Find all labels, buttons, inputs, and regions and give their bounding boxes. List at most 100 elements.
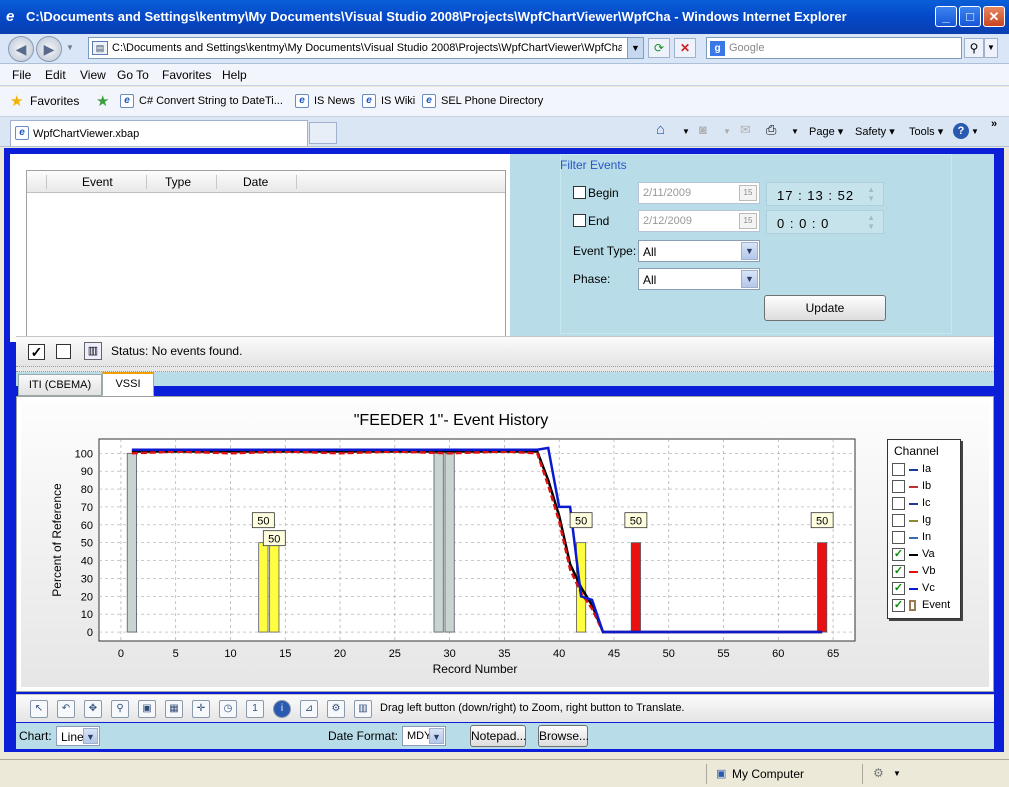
begin-checkbox[interactable] bbox=[573, 186, 586, 199]
favorites-button[interactable]: Favorites bbox=[30, 94, 79, 108]
menu-favorites[interactable]: Favorites bbox=[162, 68, 211, 82]
legend-item-ig[interactable]: Ig bbox=[892, 514, 960, 529]
add-favorite-icon[interactable]: ★ bbox=[96, 92, 109, 110]
menu-file[interactable]: File bbox=[12, 68, 31, 82]
vssi-chart[interactable]: 0 5 10 15 20 25 30 35 40 45 50 55 60 65 0 10 20 30 40 50 60 7… bbox=[21, 401, 989, 687]
legend-checkbox[interactable]: ✓ bbox=[892, 582, 905, 595]
settings-icon[interactable]: ⚙ bbox=[327, 700, 345, 718]
tab-vssi[interactable]: VSSI bbox=[102, 372, 154, 396]
phase-select[interactable]: All ▼ bbox=[638, 268, 760, 290]
search-dropdown-icon[interactable]: ▼ bbox=[984, 38, 998, 58]
notepad-button[interactable]: Notepad... bbox=[470, 725, 526, 747]
chevron-right-icon[interactable]: » bbox=[991, 118, 997, 130]
legend-checkbox[interactable] bbox=[892, 514, 905, 527]
legend-item-vb[interactable]: ✓ Vb bbox=[892, 565, 960, 580]
help-icon[interactable]: ? bbox=[953, 123, 969, 139]
legend-item-in[interactable]: In bbox=[892, 531, 960, 546]
calendar-icon[interactable]: 15 bbox=[739, 213, 757, 229]
chevron-down-icon[interactable]: ▼ bbox=[741, 242, 758, 260]
info-icon[interactable]: i bbox=[273, 700, 291, 718]
begin-date-picker[interactable]: 2/11/2009 15 bbox=[638, 182, 760, 204]
page-menu[interactable]: Page ▾ bbox=[809, 125, 843, 138]
print-icon[interactable]: ⎙ bbox=[766, 122, 776, 138]
chevron-down-icon[interactable]: ▼ bbox=[83, 728, 98, 744]
legend-checkbox[interactable] bbox=[892, 531, 905, 544]
legend-item-ib[interactable]: Ib bbox=[892, 480, 960, 495]
close-button[interactable]: ✕ bbox=[983, 6, 1005, 27]
events-list[interactable]: Event Type Date bbox=[26, 170, 506, 342]
zoom-dropdown-icon[interactable]: ▼ bbox=[893, 769, 901, 778]
minimize-button[interactable]: _ bbox=[935, 6, 957, 27]
search-input[interactable]: g Google bbox=[706, 37, 962, 59]
legend-checkbox[interactable] bbox=[892, 497, 905, 510]
date-format-select[interactable]: MDY ▼ bbox=[402, 726, 446, 746]
safety-menu[interactable]: Safety ▾ bbox=[855, 125, 895, 138]
menu-go-to[interactable]: Go To bbox=[117, 68, 149, 82]
browse-button[interactable]: Browse... bbox=[538, 725, 589, 747]
maximize-button[interactable]: □ bbox=[959, 6, 981, 27]
menu-help[interactable]: Help bbox=[222, 68, 247, 82]
favorite-link-convert[interactable]: C# Convert String to DateTi... bbox=[139, 95, 283, 107]
legend-checkbox[interactable]: ✓ bbox=[892, 565, 905, 578]
address-dropdown-icon[interactable]: ▼ bbox=[627, 38, 643, 58]
uncheck-all-icon[interactable] bbox=[56, 344, 71, 359]
feeds-dropdown-icon[interactable]: ▼ bbox=[723, 127, 731, 136]
end-date-picker[interactable]: 2/12/2009 15 bbox=[638, 210, 760, 232]
time-spinner-icon[interactable]: ▲ ▼ bbox=[867, 213, 875, 231]
favorite-link-iswiki[interactable]: IS Wiki bbox=[381, 95, 415, 107]
copy-icon[interactable]: ▥ bbox=[84, 342, 102, 360]
event-type-select[interactable]: All ▼ bbox=[638, 240, 760, 262]
forward-button[interactable]: ▶ bbox=[36, 36, 62, 62]
help-dropdown-icon[interactable]: ▼ bbox=[971, 127, 979, 136]
chevron-down-icon[interactable]: ▼ bbox=[429, 728, 444, 744]
home-dropdown-icon[interactable]: ▼ bbox=[682, 127, 690, 136]
menu-edit[interactable]: Edit bbox=[45, 68, 66, 82]
chevron-down-icon[interactable]: ▼ bbox=[741, 270, 758, 288]
legend-checkbox[interactable]: ✓ bbox=[892, 548, 905, 561]
begin-time-picker[interactable]: 17 : 13 : 52 ▲ ▼ bbox=[766, 182, 884, 206]
back-button[interactable]: ◀ bbox=[8, 36, 34, 62]
menu-view[interactable]: View bbox=[80, 68, 106, 82]
legend-item-vc[interactable]: ✓ Vc bbox=[892, 582, 960, 597]
column-type[interactable]: Type bbox=[147, 175, 217, 189]
favorites-star-icon[interactable]: ★ bbox=[10, 92, 23, 110]
legend-item-va[interactable]: ✓ Va bbox=[892, 548, 960, 563]
end-checkbox[interactable] bbox=[573, 214, 586, 227]
print-dropdown-icon[interactable]: ▼ bbox=[791, 127, 799, 136]
end-time-picker[interactable]: 0 : 0 : 0 ▲ ▼ bbox=[766, 210, 884, 234]
tab-iti-cbema[interactable]: ITI (CBEMA) bbox=[18, 374, 102, 396]
column-date[interactable]: Date bbox=[217, 175, 297, 189]
copy-icon[interactable]: ▥ bbox=[354, 700, 372, 718]
zoom-icon[interactable]: ⚲ bbox=[111, 700, 129, 718]
clock-icon[interactable]: ◷ bbox=[219, 700, 237, 718]
favorite-link-isnews[interactable]: IS News bbox=[314, 95, 355, 107]
legend-checkbox[interactable] bbox=[892, 480, 905, 493]
legend-checkbox[interactable]: ✓ bbox=[892, 599, 905, 612]
pan-icon[interactable]: ✥ bbox=[84, 700, 102, 718]
browser-tab-active[interactable]: e WpfChartViewer.xbap bbox=[10, 120, 308, 146]
legend-item-ic[interactable]: Ic bbox=[892, 497, 960, 512]
check-all-icon[interactable]: ✓ bbox=[28, 344, 45, 360]
legend-checkbox[interactable] bbox=[892, 463, 905, 476]
new-tab-button[interactable] bbox=[309, 122, 337, 144]
tools-menu[interactable]: Tools ▾ bbox=[909, 125, 943, 138]
zoom-box-icon[interactable]: ▣ bbox=[138, 700, 156, 718]
chart-type-select[interactable]: Line ▼ bbox=[56, 726, 100, 746]
mail-icon[interactable]: ✉ bbox=[740, 122, 751, 138]
chart-icon[interactable]: ⊿ bbox=[300, 700, 318, 718]
search-icon[interactable]: ⚲ bbox=[964, 38, 984, 58]
protected-mode-icon[interactable]: ⚙ bbox=[873, 766, 884, 780]
column-event[interactable]: Event bbox=[47, 175, 147, 189]
refresh-icon[interactable]: ⟳ bbox=[648, 38, 670, 58]
crosshair-icon[interactable]: ✛ bbox=[192, 700, 210, 718]
favorite-link-phone[interactable]: SEL Phone Directory bbox=[441, 95, 543, 107]
address-url[interactable]: C:\Documents and Settings\kentmy\My Docu… bbox=[112, 42, 622, 54]
legend-item-event[interactable]: ✓ Event bbox=[892, 599, 960, 614]
undo-icon[interactable]: ↶ bbox=[57, 700, 75, 718]
legend-item-ia[interactable]: Ia bbox=[892, 463, 960, 478]
page-icon[interactable]: 1 bbox=[246, 700, 264, 718]
history-dropdown-icon[interactable]: ▼ bbox=[66, 43, 74, 52]
update-button[interactable]: Update bbox=[764, 295, 886, 321]
pointer-icon[interactable]: ↖ bbox=[30, 700, 48, 718]
calendar-icon[interactable]: 15 bbox=[739, 185, 757, 201]
